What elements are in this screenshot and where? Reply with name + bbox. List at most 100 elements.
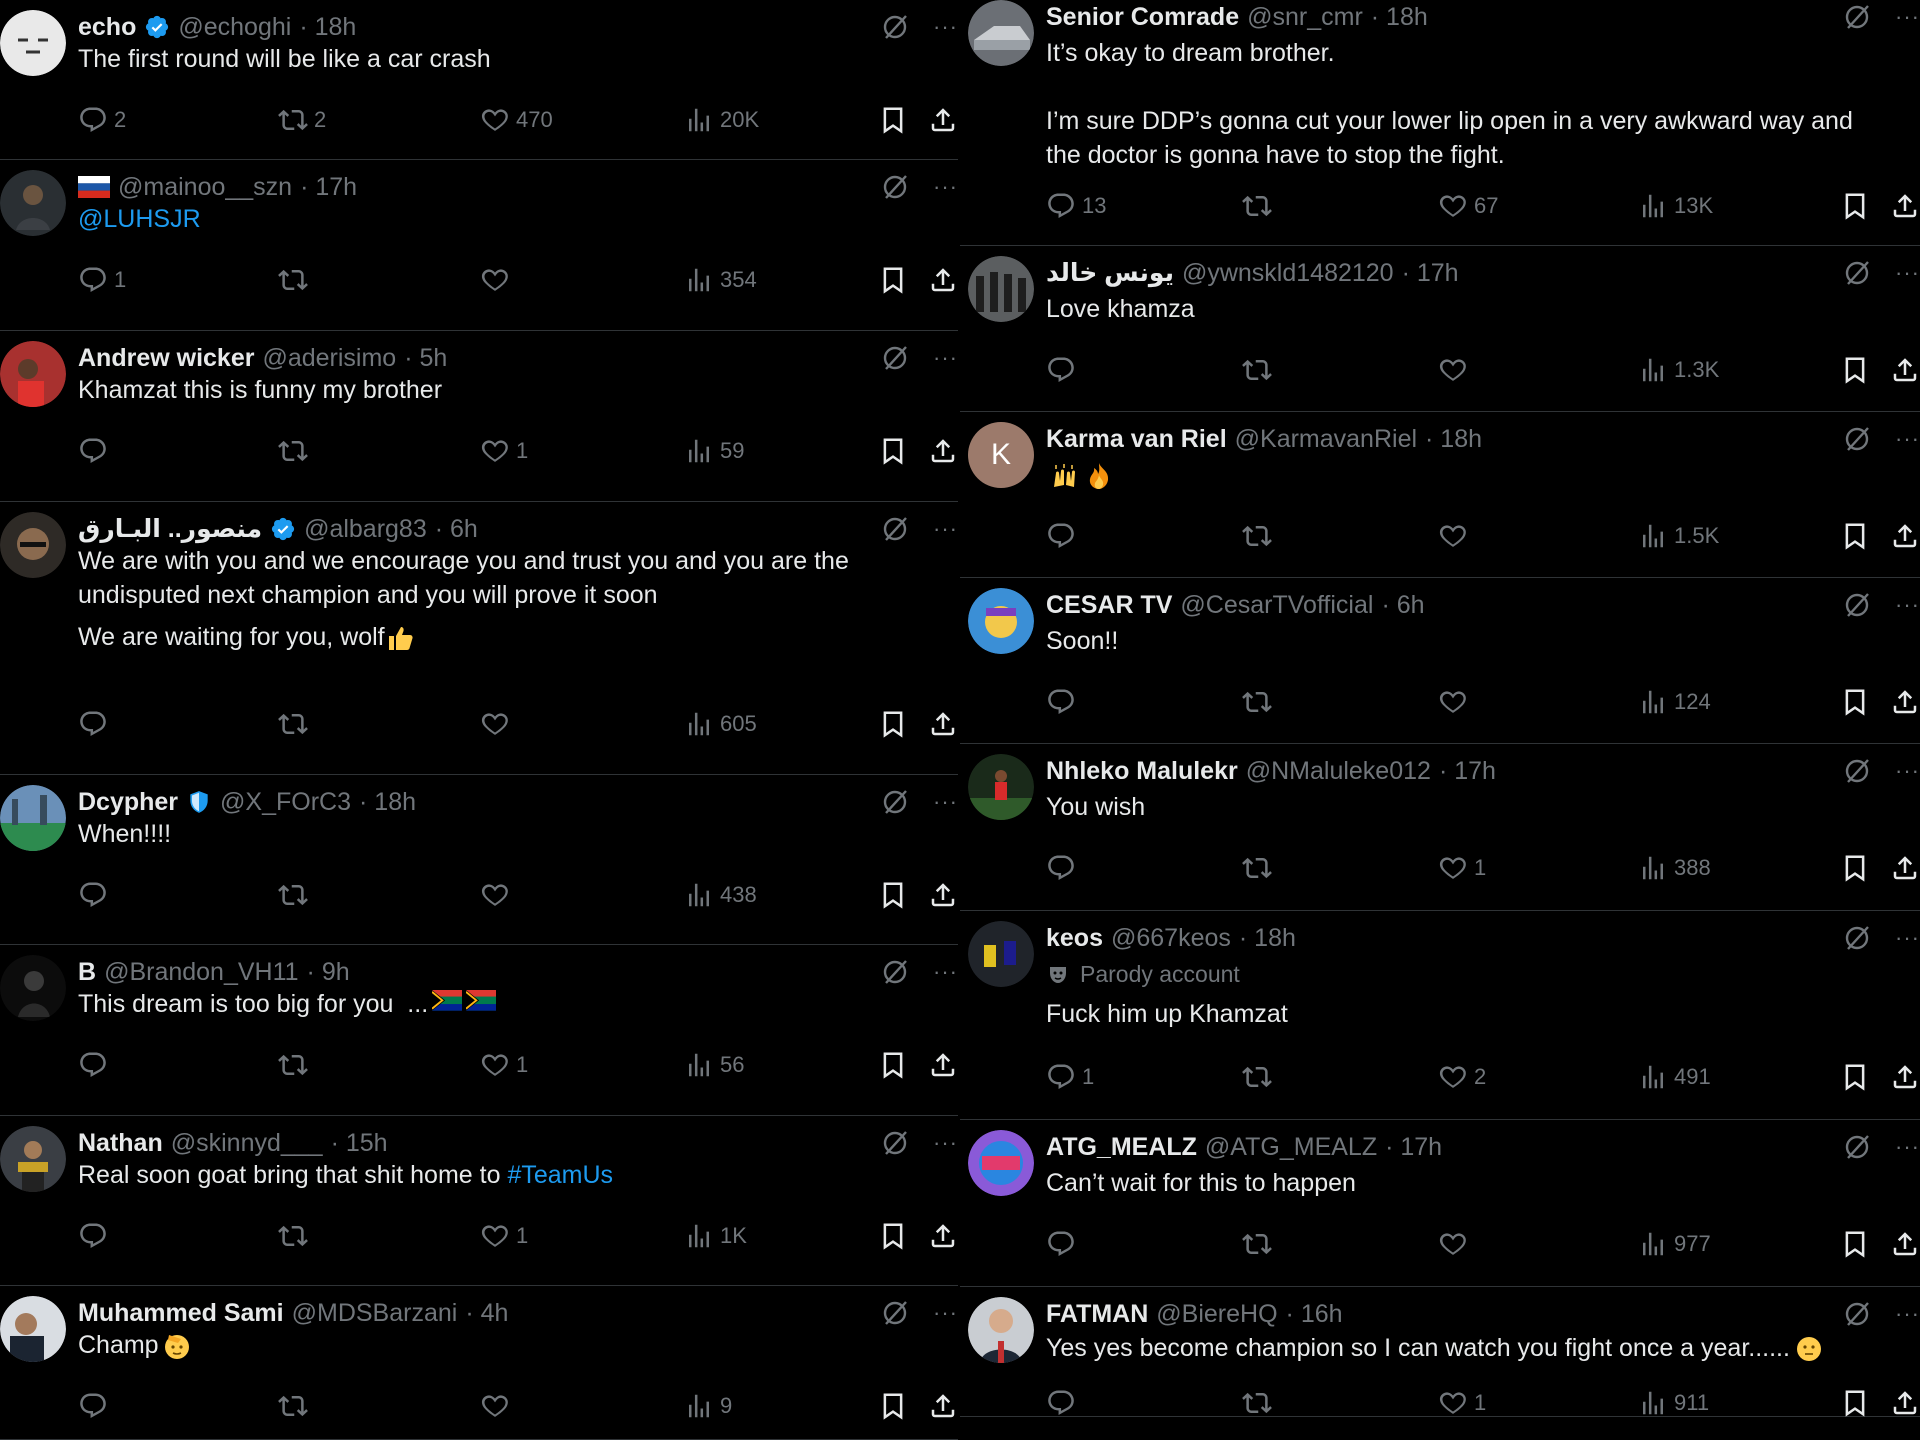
retweet-button[interactable] [1242, 1226, 1278, 1262]
tweet[interactable]: CESAR TV @CesarTVofficial · 6h ··· Soon!! 124 [960, 578, 1920, 744]
display-name[interactable]: CESAR TV [1046, 591, 1172, 620]
like-button[interactable] [1438, 352, 1474, 388]
like-button[interactable] [1438, 1226, 1474, 1262]
avatar[interactable] [0, 170, 66, 236]
share-button[interactable] [1890, 850, 1920, 886]
views-button[interactable]: 20K [684, 102, 759, 138]
avatar[interactable] [968, 754, 1034, 820]
reply-button[interactable] [78, 877, 114, 913]
like-button[interactable]: 1 [480, 1047, 528, 1083]
display-name[interactable]: Dcypher [78, 788, 178, 817]
bookmark-button[interactable] [878, 706, 908, 742]
views-button[interactable]: 124 [1638, 684, 1711, 720]
views-button[interactable]: 438 [684, 877, 757, 913]
like-button[interactable]: 470 [480, 102, 553, 138]
tweet[interactable]: K Karma van Riel @KarmavanRiel · 18h ··· 1.5K [960, 412, 1920, 578]
timestamp[interactable]: · 18h [359, 788, 416, 817]
bookmark-button[interactable] [1840, 352, 1870, 388]
grok-icon[interactable] [880, 787, 910, 817]
more-icon[interactable]: ··· [1895, 590, 1920, 620]
like-button[interactable] [480, 706, 516, 742]
more-icon[interactable]: ··· [933, 1128, 958, 1158]
like-button[interactable]: 2 [1438, 1059, 1486, 1095]
retweet-button[interactable] [1242, 1385, 1278, 1421]
grok-icon[interactable] [1842, 1132, 1872, 1162]
grok-icon[interactable] [880, 1298, 910, 1328]
handle[interactable]: @ywnskld1482120 [1182, 259, 1394, 288]
views-button[interactable]: 1K [684, 1218, 747, 1254]
grok-icon[interactable] [880, 514, 910, 544]
tweet[interactable]: FATMAN @BiereHQ · 16h ··· Yes yes become cha… [960, 1287, 1920, 1417]
bookmark-button[interactable] [878, 1047, 908, 1083]
reply-button[interactable]: 2 [78, 102, 126, 138]
bookmark-button[interactable] [878, 877, 908, 913]
tweet[interactable]: Dcypher @X_FOrC3 · 18h ··· When!!!! 438 [0, 775, 958, 945]
grok-icon[interactable] [1842, 590, 1872, 620]
like-button[interactable] [1438, 684, 1474, 720]
views-button[interactable]: 9 [684, 1388, 732, 1424]
share-button[interactable] [928, 1047, 958, 1083]
retweet-button[interactable] [1242, 352, 1278, 388]
grok-icon[interactable] [880, 172, 910, 202]
retweet-button[interactable] [278, 262, 314, 298]
views-button[interactable]: 13K [1638, 188, 1713, 224]
grok-icon[interactable] [1842, 424, 1872, 454]
grok-icon[interactable] [1842, 923, 1872, 953]
avatar[interactable] [0, 341, 66, 407]
reply-button[interactable] [78, 706, 114, 742]
avatar[interactable] [968, 588, 1034, 654]
reply-button[interactable] [1046, 1226, 1082, 1262]
timestamp[interactable]: · 18h [1425, 425, 1482, 454]
display-name[interactable]: FATMAN [1046, 1300, 1148, 1329]
reply-button[interactable] [78, 433, 114, 469]
timestamp[interactable]: · 18h [299, 13, 356, 42]
share-button[interactable] [1890, 1226, 1920, 1262]
more-icon[interactable]: ··· [933, 12, 958, 42]
bookmark-button[interactable] [1840, 1059, 1870, 1095]
timestamp[interactable]: · 4h [465, 1299, 508, 1328]
timestamp[interactable]: · 18h [1239, 924, 1296, 953]
tweet[interactable]: B @Brandon_VH11 · 9h ··· This dream is too b… [0, 945, 958, 1116]
tweet[interactable]: keos @667keos · 18h ··· Parody account Fuck h… [960, 911, 1920, 1120]
share-button[interactable] [928, 102, 958, 138]
display-name[interactable]: Karma van Riel [1046, 425, 1227, 454]
reply-button[interactable] [1046, 518, 1082, 554]
reply-button[interactable] [78, 1047, 114, 1083]
retweet-button[interactable] [278, 1047, 314, 1083]
bookmark-button[interactable] [1840, 1385, 1870, 1421]
retweet-button[interactable]: 2 [278, 102, 326, 138]
bookmark-button[interactable] [1840, 850, 1870, 886]
more-icon[interactable]: ··· [1895, 1299, 1920, 1329]
reply-button[interactable] [1046, 684, 1082, 720]
share-button[interactable] [928, 877, 958, 913]
more-icon[interactable]: ··· [933, 343, 958, 373]
like-button[interactable]: 1 [480, 1218, 528, 1254]
tweet[interactable]: يونس خالد @ywnskld1482120 · 17h ··· Love kha… [960, 246, 1920, 412]
handle[interactable]: @aderisimo [262, 344, 396, 373]
reply-button[interactable]: 1 [78, 262, 126, 298]
views-button[interactable]: 59 [684, 433, 744, 469]
like-button[interactable] [1438, 518, 1474, 554]
share-button[interactable] [928, 262, 958, 298]
like-button[interactable] [480, 1388, 516, 1424]
views-button[interactable]: 491 [1638, 1059, 1711, 1095]
avatar[interactable] [968, 921, 1034, 987]
more-icon[interactable]: ··· [933, 172, 958, 202]
avatar[interactable] [0, 785, 66, 851]
more-icon[interactable]: ··· [1895, 2, 1920, 32]
handle[interactable]: @skinnyd___ [171, 1129, 323, 1158]
avatar[interactable]: K [968, 422, 1034, 488]
retweet-button[interactable] [278, 706, 314, 742]
grok-icon[interactable] [880, 12, 910, 42]
grok-icon[interactable] [1842, 258, 1872, 288]
display-name[interactable]: B [78, 958, 96, 987]
reply-button[interactable] [1046, 1385, 1082, 1421]
retweet-button[interactable] [278, 433, 314, 469]
more-icon[interactable]: ··· [1895, 424, 1920, 454]
tweet[interactable]: echo @echoghi · 18h ··· The first round will… [0, 0, 958, 160]
timestamp[interactable]: · 9h [307, 958, 350, 987]
timestamp[interactable]: · 6h [435, 515, 478, 544]
views-button[interactable]: 354 [684, 262, 757, 298]
bookmark-button[interactable] [878, 1388, 908, 1424]
bookmark-button[interactable] [1840, 518, 1870, 554]
